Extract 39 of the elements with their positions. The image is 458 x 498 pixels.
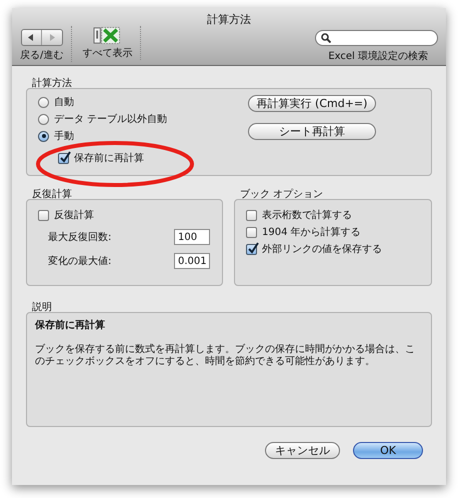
search-field[interactable] (315, 30, 438, 46)
field-label: 変化の最大値: (48, 254, 112, 268)
search-icon (321, 33, 331, 43)
checkbox[interactable] (58, 152, 69, 164)
description-heading: 保存前に再計算 (35, 318, 106, 332)
group-title: 反復計算 (31, 188, 73, 199)
show-all-button[interactable]: すべて表示 (82, 46, 132, 60)
window-title: 計算方法 (207, 12, 251, 26)
checkbox-label: 1904 年から計算する (262, 226, 361, 239)
radio-label: 手動 (54, 130, 74, 143)
checkbox-label: 表示桁数で計算する (262, 208, 352, 222)
recalculate-button[interactable]: シート再計算 (248, 123, 376, 140)
checkbox[interactable] (246, 244, 257, 254)
search-caption: Excel 環境設定の検索 (328, 50, 429, 63)
toolbar-label: 戻る/進む (20, 48, 64, 62)
radio-label: 自動 (54, 96, 74, 109)
recalculate-button[interactable]: 再計算実行 (Cmd+=) (248, 95, 376, 112)
input-field[interactable]: 100 (174, 229, 210, 245)
field-label: 最大反復回数: (48, 230, 112, 244)
radio-button[interactable] (38, 96, 49, 108)
cancel-button[interactable]: キャンセル (265, 442, 340, 459)
checkbox[interactable] (246, 210, 257, 220)
back-icon[interactable] (28, 34, 34, 41)
group-title: ブック オプション (239, 188, 324, 199)
group-title: 説明 (31, 300, 53, 312)
checkbox[interactable] (246, 226, 257, 238)
checkbox-label: 保存前に再計算 (74, 152, 144, 165)
ok-button[interactable]: OK (353, 442, 423, 459)
spreadsheet-app-icon[interactable] (92, 27, 122, 44)
radio-label: データ テーブル以外自動 (54, 112, 168, 126)
radio-button[interactable] (38, 130, 49, 142)
checkbox[interactable] (38, 210, 49, 220)
checkbox-label: 外部リンクの値を保存する (262, 242, 382, 256)
description-text: ブックを保存する前に数式を再計算します。ブックの保存に時間がかかる場合は、このチェックボックスをオフにすると、時間を節約できる可能性があります。 (35, 344, 416, 368)
radio-button[interactable] (38, 114, 49, 124)
input-field[interactable]: 0.001 (174, 253, 210, 269)
back-forward-buttons[interactable] (20, 29, 63, 46)
group-title: 計算方法 (31, 76, 73, 88)
checkbox-label: 反復計算 (54, 208, 94, 222)
